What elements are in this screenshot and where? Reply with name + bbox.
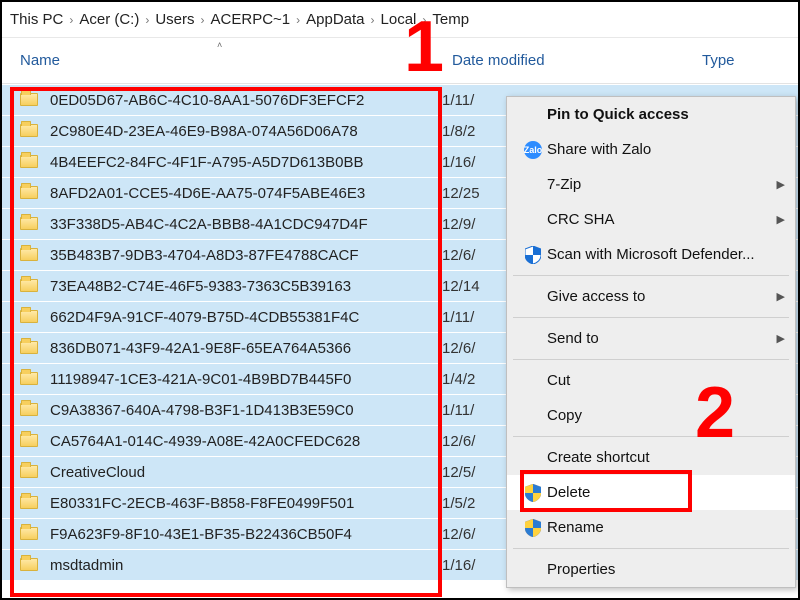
uac-shield-icon bbox=[519, 484, 547, 502]
menu-delete[interactable]: Delete bbox=[507, 475, 795, 510]
zalo-icon: Zalo bbox=[519, 141, 547, 159]
menu-label: Give access to bbox=[547, 288, 795, 305]
file-name: 33F338D5-AB4C-4C2A-BBB8-4A1CDC947D4F bbox=[50, 216, 442, 233]
file-name: 2C980E4D-23EA-46E9-B98A-074A56D06A78 bbox=[50, 123, 442, 140]
menu-label: Copy bbox=[547, 407, 795, 424]
menu-crc-sha[interactable]: CRC SHA ▶ bbox=[507, 202, 795, 237]
file-name: F9A623F9-8F10-43E1-BF35-B22436CB50F4 bbox=[50, 526, 442, 543]
menu-label: Share with Zalo bbox=[547, 141, 795, 158]
file-name: 4B4EEFC2-84FC-4F1F-A795-A5D7D613B0BB bbox=[50, 154, 442, 171]
menu-separator bbox=[513, 548, 789, 549]
folder-icon bbox=[20, 557, 40, 573]
folder-icon bbox=[20, 123, 40, 139]
menu-create-shortcut[interactable]: Create shortcut bbox=[507, 440, 795, 475]
column-date[interactable]: Date modified bbox=[452, 52, 702, 69]
menu-separator bbox=[513, 317, 789, 318]
file-name: E80331FC-2ECB-463F-B858-F8FE0499F501 bbox=[50, 495, 442, 512]
submenu-arrow-icon: ▶ bbox=[777, 213, 785, 226]
submenu-arrow-icon: ▶ bbox=[777, 290, 785, 303]
menu-label: Delete bbox=[547, 484, 795, 501]
file-name: 73EA48B2-C74E-46F5-9383-7363C5B39163 bbox=[50, 278, 442, 295]
folder-icon bbox=[20, 216, 40, 232]
uac-shield-icon bbox=[519, 519, 547, 537]
context-menu: Pin to Quick access Zalo Share with Zalo… bbox=[506, 96, 796, 588]
file-name: CA5764A1-014C-4939-A08E-42A0CFEDC628 bbox=[50, 433, 442, 450]
menu-label: Properties bbox=[547, 561, 795, 578]
file-name: C9A38367-640A-4798-B3F1-1D413B3E59C0 bbox=[50, 402, 442, 419]
folder-icon bbox=[20, 278, 40, 294]
menu-label: Rename bbox=[547, 519, 795, 536]
menu-send-to[interactable]: Send to ▶ bbox=[507, 321, 795, 356]
file-name: CreativeCloud bbox=[50, 464, 442, 481]
folder-icon bbox=[20, 402, 40, 418]
file-name: msdtadmin bbox=[50, 557, 442, 574]
folder-icon bbox=[20, 526, 40, 542]
menu-pin-quick-access[interactable]: Pin to Quick access bbox=[507, 97, 795, 132]
menu-7zip[interactable]: 7-Zip ▶ bbox=[507, 167, 795, 202]
file-name: 662D4F9A-91CF-4079-B75D-4CDB55381F4C bbox=[50, 309, 442, 326]
folder-icon bbox=[20, 247, 40, 263]
menu-separator bbox=[513, 359, 789, 360]
menu-scan-defender[interactable]: Scan with Microsoft Defender... bbox=[507, 237, 795, 272]
file-name: 0ED05D67-AB6C-4C10-8AA1-5076DF3EFCF2 bbox=[50, 92, 442, 109]
folder-icon bbox=[20, 185, 40, 201]
file-name: 11198947-1CE3-421A-9C01-4B9BD7B445F0 bbox=[50, 371, 442, 388]
menu-share-zalo[interactable]: Zalo Share with Zalo bbox=[507, 132, 795, 167]
menu-label: 7-Zip bbox=[547, 176, 795, 193]
breadcrumb-segment[interactable]: ACERPC~1 bbox=[211, 11, 291, 28]
file-name: 8AFD2A01-CCE5-4D6E-AA75-074F5ABE46E3 bbox=[50, 185, 442, 202]
breadcrumb-segment[interactable]: AppData bbox=[306, 11, 364, 28]
menu-cut[interactable]: Cut bbox=[507, 363, 795, 398]
menu-label: Scan with Microsoft Defender... bbox=[547, 246, 795, 263]
menu-label: Send to bbox=[547, 330, 795, 347]
chevron-right-icon: › bbox=[296, 13, 300, 27]
menu-label: Cut bbox=[547, 372, 795, 389]
folder-icon bbox=[20, 495, 40, 511]
breadcrumb-segment[interactable]: Local bbox=[381, 11, 417, 28]
chevron-right-icon: › bbox=[371, 13, 375, 27]
sort-caret-icon: ˄ bbox=[217, 40, 222, 50]
menu-copy[interactable]: Copy bbox=[507, 398, 795, 433]
column-type[interactable]: Type bbox=[702, 52, 798, 69]
column-headers: ˄ Name Date modified Type bbox=[2, 38, 798, 84]
breadcrumb-segment[interactable]: Temp bbox=[432, 11, 469, 28]
chevron-right-icon: › bbox=[69, 13, 73, 27]
folder-icon bbox=[20, 433, 40, 449]
breadcrumb[interactable]: This PC › Acer (C:) › Users › ACERPC~1 › AppData… bbox=[2, 2, 798, 38]
menu-properties[interactable]: Properties bbox=[507, 552, 795, 587]
defender-shield-icon bbox=[519, 246, 547, 264]
folder-icon bbox=[20, 154, 40, 170]
folder-icon bbox=[20, 371, 40, 387]
menu-label: CRC SHA bbox=[547, 211, 795, 228]
folder-icon bbox=[20, 340, 40, 356]
menu-separator bbox=[513, 436, 789, 437]
menu-give-access[interactable]: Give access to ▶ bbox=[507, 279, 795, 314]
menu-separator bbox=[513, 275, 789, 276]
chevron-right-icon: › bbox=[145, 13, 149, 27]
menu-rename[interactable]: Rename bbox=[507, 510, 795, 545]
breadcrumb-segment[interactable]: Acer (C:) bbox=[79, 11, 139, 28]
file-name: 836DB071-43F9-42A1-9E8F-65EA764A5366 bbox=[50, 340, 442, 357]
breadcrumb-segment[interactable]: This PC bbox=[10, 11, 63, 28]
folder-icon bbox=[20, 464, 40, 480]
submenu-arrow-icon: ▶ bbox=[777, 332, 785, 345]
breadcrumb-segment[interactable]: Users bbox=[155, 11, 194, 28]
column-name[interactable]: Name bbox=[2, 52, 452, 69]
submenu-arrow-icon: ▶ bbox=[777, 178, 785, 191]
menu-label: Pin to Quick access bbox=[547, 106, 795, 123]
chevron-right-icon: › bbox=[201, 13, 205, 27]
folder-icon bbox=[20, 309, 40, 325]
folder-icon bbox=[20, 92, 40, 108]
file-name: 35B483B7-9DB3-4704-A8D3-87FE4788CACF bbox=[50, 247, 442, 264]
chevron-right-icon: › bbox=[422, 13, 426, 27]
menu-label: Create shortcut bbox=[547, 449, 795, 466]
